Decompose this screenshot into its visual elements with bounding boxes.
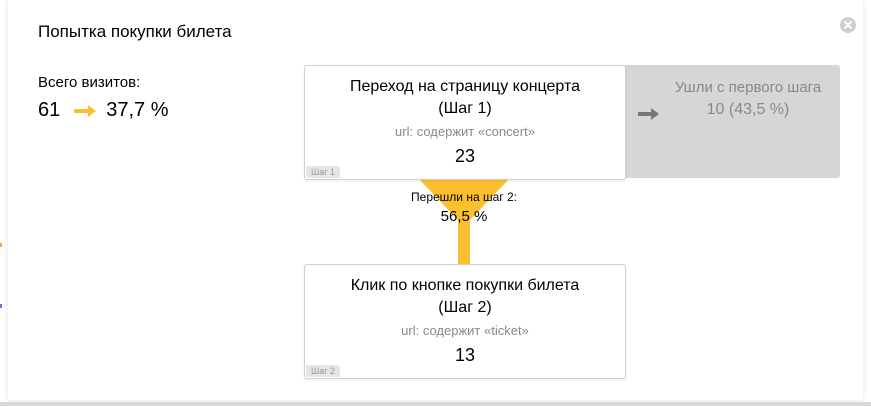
- transition-rate: 56,5 %: [440, 208, 488, 225]
- step-count: 23: [454, 146, 476, 166]
- dialog-title: Попытка покупки билета: [38, 22, 232, 41]
- exit-value: 10 (43,5 %): [706, 101, 790, 118]
- funnel-dialog: Попытка покупки билета Всего визитов: 61…: [8, 0, 863, 400]
- total-visits-summary: 61 37,7 %: [38, 99, 169, 122]
- transition-label: Перешли на шаг 2:: [411, 190, 517, 204]
- page-frame: Попытка покупки билета Всего визитов: 61…: [0, 0, 871, 406]
- exit-label: Ушли с первого шага: [674, 79, 822, 96]
- step-number: (Шаг 1): [438, 100, 492, 117]
- step-card-2[interactable]: Клик по кнопке покупки билета (Шаг 2) ur…: [304, 264, 626, 379]
- total-visits-count: 61: [38, 99, 61, 121]
- total-visits-label: Всего визитов:: [38, 74, 141, 91]
- step-name: Клик по кнопке покупки билета: [350, 277, 580, 294]
- arrow-right-icon: [74, 104, 97, 118]
- step-count: 13: [454, 345, 476, 365]
- close-icon[interactable]: [840, 17, 856, 33]
- step-badge: Шаг 2: [306, 365, 341, 377]
- step-card-1[interactable]: Переход на страницу концерта (Шаг 1) url…: [304, 65, 626, 180]
- step-number: (Шаг 2): [438, 299, 492, 316]
- bottom-divider: [0, 402, 871, 406]
- step-name: Переход на страницу концерта: [349, 78, 581, 95]
- edge-marker: [0, 243, 2, 247]
- total-conversion-rate: 37,7 %: [106, 99, 169, 121]
- step-condition: url: содержит «ticket»: [401, 323, 529, 338]
- step-badge: Шаг 1: [306, 166, 341, 178]
- step-title: Клик по кнопке покупки билета (Шаг 2): [305, 275, 625, 319]
- step-condition: url: содержит «concert»: [395, 124, 535, 139]
- arrow-right-icon: [638, 108, 660, 120]
- step-title: Переход на страницу концерта (Шаг 1): [305, 76, 625, 120]
- edge-marker: [0, 304, 2, 308]
- exit-box: Ушли с первого шага 10 (43,5 %): [608, 65, 840, 178]
